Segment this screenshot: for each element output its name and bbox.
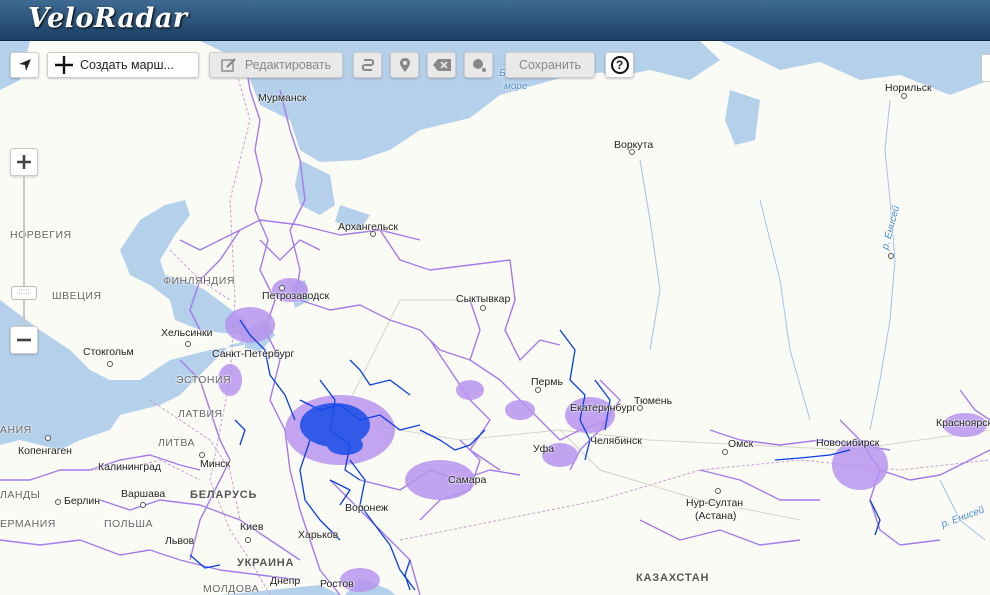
map-label-minsk: Минск	[200, 458, 231, 470]
map-label-vorkuta: Воркута	[614, 139, 654, 151]
map-label-holland: ЛАНДЫ	[0, 489, 41, 501]
waypoint-button[interactable]	[390, 52, 419, 78]
plus-icon	[55, 56, 73, 74]
map-label-ukraine: УКРАИНА	[237, 557, 295, 569]
map-canvas[interactable]	[0, 41, 990, 595]
map-label-denmark: АНИЯ	[0, 424, 32, 436]
map-layer	[0, 41, 990, 595]
map-label-chelyabinsk: Челябинск	[590, 435, 642, 447]
locate-button[interactable]	[10, 52, 39, 78]
map-label-nursultan: Нур-Султан	[686, 497, 744, 509]
map-label-sweden: ШВЕЦИЯ	[52, 290, 102, 302]
create-route-label: Создать марш...	[80, 58, 174, 72]
map-label-lithuania: ЛИТВА	[158, 437, 196, 449]
map-label-kazakhstan: КАЗАХСТАН	[636, 572, 710, 584]
map-label-poland: ПОЛЬША	[104, 518, 154, 530]
map-label-yekaterinburg: Екатеринбург	[570, 402, 637, 414]
save-button[interactable]: Сохранить	[505, 52, 595, 78]
map-label-tyumen: Тюмень	[634, 395, 673, 407]
map-label-murmansk: Мурманск	[258, 92, 307, 104]
map-label-helsinki: Хельсинки	[161, 327, 213, 339]
app-header: VeloRadar	[0, 0, 990, 41]
create-route-button[interactable]: Создать марш...	[47, 52, 199, 78]
map-label-petrozavodsk: Петрозаводск	[262, 290, 330, 302]
zoom-in-button[interactable]	[10, 148, 38, 176]
map-label-finland: ФИНЛЯНДИЯ	[163, 275, 235, 287]
map-label-berlin: Берлин	[64, 495, 101, 507]
map-label-samara: Самара	[448, 474, 487, 486]
map-label-kiev: Киев	[240, 521, 264, 533]
save-label: Сохранить	[518, 58, 582, 72]
map-label-sea: море	[504, 81, 528, 92]
map-label-syktyvkar: Сыктывкар	[456, 293, 511, 305]
map-label-kaliningrad: Калининград	[98, 461, 162, 473]
delete-point-button[interactable]	[427, 52, 456, 78]
locate-arrow-icon	[18, 59, 31, 71]
map-label-moldova: МОЛДОВА	[203, 583, 260, 595]
backspace-icon	[432, 59, 451, 71]
map-label-rostov: Ростов	[320, 578, 354, 590]
route-path-icon	[361, 59, 374, 71]
map-label-warsaw: Варшава	[121, 488, 166, 500]
map-label-dnepr: Днепр	[270, 575, 301, 587]
eraser-icon	[472, 59, 486, 72]
map-label-ufa: Уфа	[533, 443, 555, 455]
map-label-voronezh: Воронеж	[345, 502, 389, 514]
map-label-arkhangelsk: Архангельск	[338, 221, 399, 233]
pencil-icon	[221, 58, 236, 72]
edit-label: Редактировать	[244, 58, 332, 72]
clear-route-button[interactable]	[464, 52, 493, 78]
map-label-germany: ЕРМАНИЯ	[0, 518, 56, 530]
map-label-copenhagen: Копенгаген	[18, 445, 72, 457]
map-label-stockholm: Стокгольм	[83, 346, 134, 358]
zoom-out-button[interactable]	[10, 326, 38, 354]
zoom-slider-handle[interactable]: :::::	[11, 286, 37, 300]
map-label-astana: (Астана)	[695, 510, 737, 522]
map-label-norilsk: Норильск	[885, 82, 932, 94]
help-icon: ?	[610, 56, 629, 74]
map-label-belarus: БЕЛАРУСЬ	[190, 489, 258, 501]
map-label-lviv: Львов	[165, 535, 195, 547]
minus-icon	[17, 338, 31, 342]
plus-icon	[17, 155, 31, 169]
side-panel-toggle[interactable]	[981, 54, 990, 82]
zoom-track[interactable]	[23, 176, 25, 328]
help-button[interactable]: ?	[605, 52, 634, 78]
map-label-omsk: Омск	[728, 438, 754, 450]
map-label-estonia: ЭСТОНИЯ	[176, 374, 232, 386]
map-pin-icon	[399, 58, 410, 72]
map-label-krasnoyarsk: Красноярск	[936, 417, 990, 429]
map-label-kharkiv: Харьков	[298, 529, 339, 541]
map-label-latvia: ЛАТВИЯ	[178, 408, 223, 420]
map-label-norway: НОРВЕГИЯ	[10, 229, 72, 241]
app-logo[interactable]: VeloRadar	[28, 3, 188, 34]
route-path-button[interactable]	[353, 52, 382, 78]
map-label-st-petersburg: Санкт-Петербург	[212, 348, 295, 360]
map-label-perm: Пермь	[531, 376, 563, 388]
edit-button[interactable]: Редактировать	[209, 52, 343, 78]
map-label-novosibirsk: Новосибирск	[816, 437, 880, 449]
